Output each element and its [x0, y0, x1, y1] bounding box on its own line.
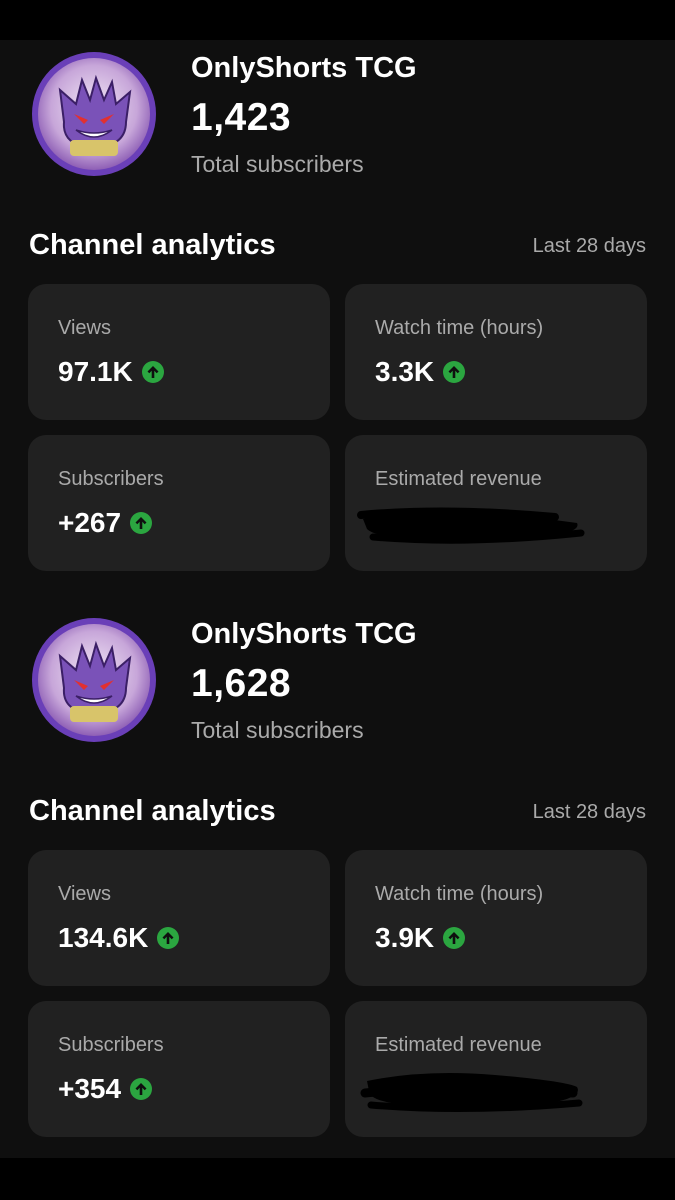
channel-name: OnlyShorts TCG — [191, 52, 417, 84]
subscribers-value: +267 — [58, 507, 122, 538]
arrow-up-circle-icon — [129, 1077, 153, 1101]
period-label[interactable]: Last 28 days — [533, 801, 646, 824]
redaction-scribble — [355, 497, 585, 547]
analytics-screen: OnlyShorts TCG 1,423 Total subscribers C… — [0, 40, 675, 1158]
card-label: Views — [58, 883, 111, 905]
card-value-row: 134.6K — [58, 922, 180, 954]
views-value: 134.6K — [58, 922, 149, 953]
channel-avatar[interactable] — [30, 50, 158, 178]
total-subscriber-count: 1,423 — [191, 96, 292, 139]
arrow-up-circle-icon — [129, 511, 153, 535]
card-label: Subscribers — [58, 1034, 164, 1056]
total-subscribers-label: Total subscribers — [191, 151, 364, 177]
analytics-snapshot: OnlyShorts TCG 1,423 Total subscribers C… — [0, 40, 675, 606]
channel-avatar[interactable] — [30, 616, 158, 744]
watch-time-card[interactable]: Watch time (hours) 3.3K — [345, 284, 647, 420]
subscribers-card[interactable]: Subscribers +267 — [28, 435, 330, 571]
channel-name: OnlyShorts TCG — [191, 618, 417, 650]
views-card[interactable]: Views 97.1K — [28, 284, 330, 420]
arrow-up-circle-icon — [141, 360, 165, 384]
watch-time-value: 3.9K — [375, 922, 435, 953]
card-label: Watch time (hours) — [375, 317, 544, 339]
watch-time-value: 3.3K — [375, 356, 435, 387]
card-value-row: 3.3K — [375, 356, 466, 388]
card-value-row: +354 — [58, 1073, 153, 1105]
period-label[interactable]: Last 28 days — [533, 235, 646, 258]
card-value-row: 97.1K — [58, 356, 165, 388]
arrow-up-circle-icon — [156, 926, 180, 950]
card-label: Estimated revenue — [375, 1034, 542, 1056]
arrow-up-circle-icon — [442, 926, 466, 950]
analytics-snapshot: OnlyShorts TCG 1,628 Total subscribers C… — [0, 606, 675, 1158]
channel-analytics-title: Channel analytics — [29, 795, 276, 827]
subscribers-value: +354 — [58, 1073, 122, 1104]
card-label: Subscribers — [58, 468, 164, 490]
subscribers-card[interactable]: Subscribers +354 — [28, 1001, 330, 1137]
card-label: Watch time (hours) — [375, 883, 544, 905]
estimated-revenue-card[interactable]: Estimated revenue — [345, 1001, 647, 1137]
redaction-scribble — [355, 1063, 585, 1113]
total-subscriber-count: 1,628 — [191, 662, 292, 705]
card-value-row: +267 — [58, 507, 153, 539]
total-subscribers-label: Total subscribers — [191, 717, 364, 743]
card-value-row: 3.9K — [375, 922, 466, 954]
watch-time-card[interactable]: Watch time (hours) 3.9K — [345, 850, 647, 986]
channel-analytics-title: Channel analytics — [29, 229, 276, 261]
arrow-up-circle-icon — [442, 360, 466, 384]
views-value: 97.1K — [58, 356, 133, 387]
estimated-revenue-card[interactable]: Estimated revenue — [345, 435, 647, 571]
card-label: Estimated revenue — [375, 468, 542, 490]
card-label: Views — [58, 317, 111, 339]
views-card[interactable]: Views 134.6K — [28, 850, 330, 986]
